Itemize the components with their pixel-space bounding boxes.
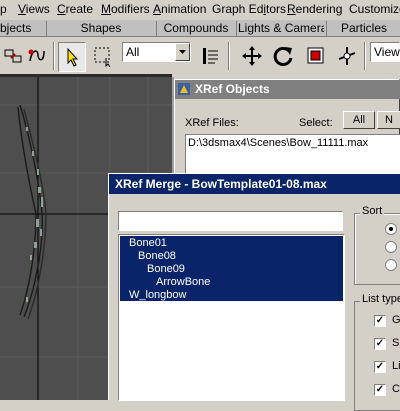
- xref-objects-titlebar[interactable]: XRef Objects: [175, 80, 400, 99]
- list-item-arrowbone[interactable]: ArrowBone: [156, 276, 210, 288]
- menu-help[interactable]: p: [0, 2, 7, 16]
- select-all-button[interactable]: All: [343, 111, 375, 129]
- menu-customize[interactable]: Customize: [349, 2, 400, 16]
- list-type-cameras-checkbox[interactable]: ✓: [374, 384, 386, 396]
- move-icon[interactable]: [239, 42, 265, 70]
- tab-lights-cameras[interactable]: Lights & Cameras: [238, 21, 324, 36]
- select-label: Select:: [299, 117, 333, 129]
- xref-merge-titlebar[interactable]: XRef Merge - BowTemplate01-08.max: [109, 174, 400, 194]
- menu-bar: p Views Create Modifiers Animation Graph…: [0, 0, 400, 19]
- tab-divider: [156, 21, 157, 36]
- list-type-lights-label: Li: [392, 360, 400, 372]
- menu-animation[interactable]: Animation: [153, 2, 206, 16]
- toolbar-separator: [364, 42, 366, 70]
- name-filter-input[interactable]: [118, 211, 343, 231]
- xref-files-list[interactable]: D:\3dsmax4\Scenes\Bow_11111.max: [185, 134, 400, 174]
- tab-divider: [46, 21, 47, 36]
- select-by-name-icon[interactable]: [198, 42, 224, 70]
- manipulate-icon[interactable]: [334, 42, 360, 70]
- tab-row: bjects Shapes Compounds Lights & Cameras…: [0, 20, 400, 37]
- object-list[interactable]: Bone01 Bone08 Bone09 ArrowBone W_longbow: [118, 234, 345, 401]
- tab-shapes[interactable]: Shapes: [48, 21, 154, 36]
- chevron-down-icon[interactable]: [175, 43, 190, 61]
- bind-space-warp-icon[interactable]: [24, 42, 50, 70]
- reference-coordinate-dropdown[interactable]: View: [370, 42, 400, 62]
- window-title: XRef Objects: [195, 82, 270, 96]
- list-type-lights-checkbox[interactable]: ✓: [374, 361, 386, 373]
- list-type-shapes-label: S: [392, 337, 400, 349]
- app-icon: [177, 82, 191, 96]
- xref-merge-dialog: XRef Merge - BowTemplate01-08.max Bone01…: [108, 173, 400, 411]
- toolbar-separator: [228, 42, 230, 70]
- list-item-w-longbow[interactable]: W_longbow: [129, 289, 186, 301]
- list-type-cameras-label: C: [392, 383, 400, 395]
- sort-label: Sort: [360, 205, 385, 217]
- sort-radio-alphabetical[interactable]: [385, 223, 397, 235]
- xref-file-item[interactable]: D:\3dsmax4\Scenes\Bow_11111.max: [188, 137, 368, 149]
- select-none-button[interactable]: N: [377, 111, 400, 129]
- select-object-icon[interactable]: [58, 42, 86, 72]
- menu-create[interactable]: Create: [57, 2, 93, 16]
- sort-radio-type[interactable]: [385, 241, 397, 253]
- list-types-label: List type: [360, 293, 400, 305]
- window-title: XRef Merge - BowTemplate01-08.max: [115, 177, 327, 191]
- scale-icon[interactable]: [303, 42, 329, 70]
- list-type-shapes-checkbox[interactable]: ✓: [374, 338, 386, 350]
- list-type-geometry-label: G: [392, 314, 400, 326]
- menu-views[interactable]: Views: [18, 2, 50, 16]
- xref-files-label: XRef Files:: [185, 117, 239, 129]
- tab-objects[interactable]: bjects: [0, 21, 44, 36]
- menu-modifiers[interactable]: Modifiers: [101, 2, 150, 16]
- main-toolbar: All View: [0, 38, 400, 74]
- list-type-geometry-checkbox[interactable]: ✓: [374, 315, 386, 327]
- sort-radio-color[interactable]: [385, 259, 397, 271]
- tab-divider: [326, 21, 327, 36]
- tab-particles[interactable]: Particles: [328, 21, 400, 36]
- toolbar-separator: [53, 42, 55, 70]
- list-item-bone08[interactable]: Bone08: [138, 250, 176, 262]
- unlink-icon[interactable]: [0, 42, 26, 70]
- rotate-icon[interactable]: [270, 42, 296, 70]
- list-item-bone01[interactable]: Bone01: [129, 237, 167, 249]
- selection-filter-dropdown[interactable]: All: [122, 42, 191, 62]
- menu-rendering[interactable]: Rendering: [287, 2, 342, 16]
- tab-divider: [236, 21, 237, 36]
- tab-compounds[interactable]: Compounds: [158, 21, 234, 36]
- list-item-bone09[interactable]: Bone09: [147, 263, 185, 275]
- menu-graph-editors[interactable]: Graph Editors: [212, 2, 286, 16]
- select-region-icon[interactable]: [90, 42, 116, 70]
